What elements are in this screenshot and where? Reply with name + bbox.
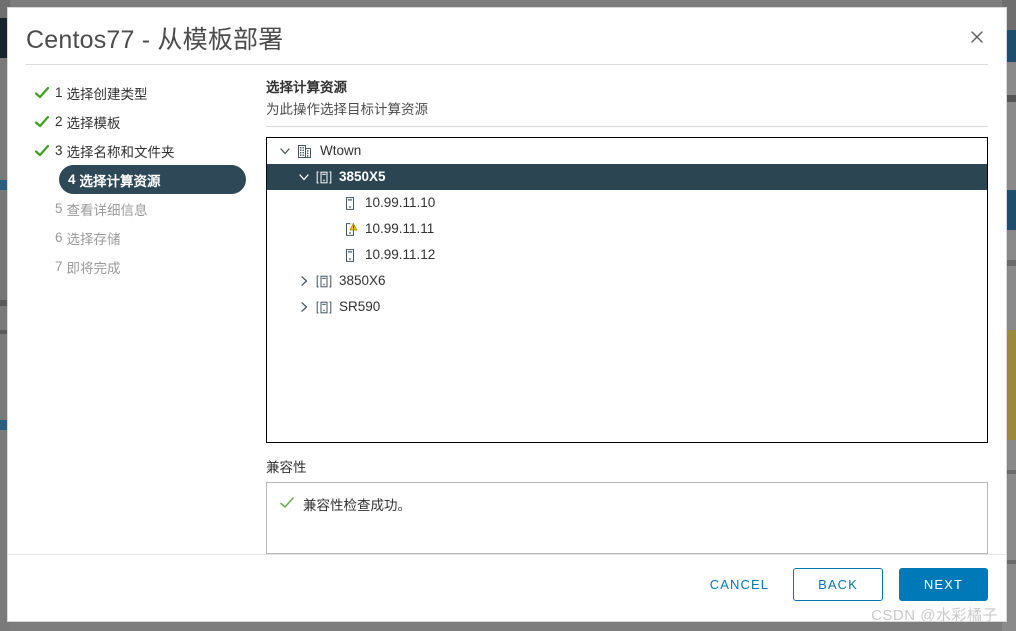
wizard-step-7-label: 即将完成 — [66, 260, 121, 276]
tree-node-label: 10.99.11.10 — [365, 195, 436, 211]
chevron-down-icon[interactable] — [297, 170, 311, 184]
wizard-step-4[interactable]: 4 选择计算资源 — [59, 165, 246, 194]
wizard-step-6-number: 6 — [55, 230, 63, 245]
cluster-icon — [316, 171, 332, 183]
modal-header: Centos77 - 从模板部署 — [8, 8, 1006, 65]
tree-row[interactable]: 10.99.11.12 — [267, 242, 987, 268]
tree-node-label: Wtown — [320, 143, 362, 159]
wizard-step-3-number: 3 — [55, 143, 63, 158]
panel-divider — [266, 126, 988, 127]
deploy-from-template-wizard: Centos77 - 从模板部署 1 选择创建类型 2 选择模板 3 选择名称和… — [8, 8, 1006, 621]
wizard-steps-nav: 1 选择创建类型 2 选择模板 3 选择名称和文件夹 4 选择计算资源 5 查看… — [8, 65, 256, 281]
wizard-step-2[interactable]: 2 选择模板 — [26, 107, 248, 136]
compatibility-label: 兼容性 — [266, 460, 307, 475]
check-icon — [280, 497, 294, 508]
panel-subtitle: 为此操作选择目标计算资源 — [266, 102, 428, 117]
compatibility-box: 兼容性检查成功。 — [266, 482, 988, 554]
wizard-step-5-number: 5 — [55, 201, 63, 216]
wizard-step-3-label: 选择名称和文件夹 — [66, 144, 175, 160]
wizard-step-2-label: 选择模板 — [66, 115, 121, 131]
back-button[interactable]: BACK — [793, 568, 883, 601]
tree-row[interactable]: 3850X5 — [267, 164, 987, 190]
tree-node-label: 3850X6 — [339, 273, 386, 289]
tree-node-label: 3850X5 — [339, 169, 386, 185]
tree-row[interactable]: 10.99.11.10 — [267, 190, 987, 216]
cluster-icon — [316, 275, 332, 287]
tree-row[interactable]: 10.99.11.11 — [267, 216, 987, 242]
wizard-step-1-number: 1 — [55, 85, 63, 100]
check-icon — [34, 86, 50, 98]
tree-node-label: 10.99.11.11 — [365, 221, 435, 237]
wizard-step-1-label: 选择创建类型 — [66, 86, 148, 102]
wizard-step-7-number: 7 — [55, 259, 63, 274]
wizard-step-3[interactable]: 3 选择名称和文件夹 — [26, 136, 248, 165]
tree-row[interactable]: Wtown — [267, 138, 987, 164]
compute-resource-tree[interactable]: Wtown 3850X5 10.99.11.10 10.99.11.11 10.… — [266, 137, 988, 443]
wizard-step-1[interactable]: 1 选择创建类型 — [26, 78, 248, 107]
panel-title: 选择计算资源 — [266, 80, 347, 95]
host-warning-icon — [346, 222, 358, 236]
datacenter-icon — [298, 144, 311, 158]
wizard-step-6[interactable]: 6 选择存储 — [26, 223, 248, 252]
wizard-step-7[interactable]: 7 即将完成 — [26, 252, 248, 281]
tree-node-label: SR590 — [339, 299, 381, 315]
modal-body: 1 选择创建类型 2 选择模板 3 选择名称和文件夹 4 选择计算资源 5 查看… — [8, 65, 1006, 554]
host-icon — [346, 196, 354, 210]
tree-row[interactable]: 3850X6 — [267, 268, 987, 294]
chevron-down-icon[interactable] — [278, 144, 292, 158]
check-icon — [34, 144, 50, 156]
footer-divider — [8, 554, 1006, 555]
check-icon — [34, 115, 50, 127]
wizard-step-6-label: 选择存储 — [66, 231, 121, 247]
host-icon — [346, 248, 354, 262]
modal-footer: CANCEL BACK NEXT — [8, 554, 1006, 621]
wizard-step-5[interactable]: 5 查看详细信息 — [26, 194, 248, 223]
tree-row[interactable]: SR590 — [267, 294, 987, 320]
cancel-button[interactable]: CANCEL — [702, 569, 777, 600]
wizard-step-4-number: 4 — [68, 172, 76, 187]
resize-grip-icon[interactable] — [1003, 618, 1013, 628]
wizard-step-5-label: 查看详细信息 — [66, 202, 148, 218]
footer-button-group: CANCEL BACK NEXT — [702, 568, 988, 601]
next-button[interactable]: NEXT — [898, 568, 988, 601]
page-title: Centos77 - 从模板部署 — [26, 26, 284, 54]
compute-resource-panel: 选择计算资源 为此操作选择目标计算资源 Wtown 3850X5 10.99.1… — [266, 65, 988, 554]
close-icon[interactable] — [966, 26, 988, 48]
wizard-step-2-number: 2 — [55, 114, 63, 129]
cluster-icon — [316, 301, 332, 313]
tree-node-label: 10.99.11.12 — [365, 247, 436, 263]
chevron-right-icon[interactable] — [297, 274, 311, 288]
compatibility-message: 兼容性检查成功。 — [303, 498, 411, 513]
chevron-right-icon[interactable] — [297, 300, 311, 314]
wizard-step-4-label: 选择计算资源 — [79, 173, 161, 189]
